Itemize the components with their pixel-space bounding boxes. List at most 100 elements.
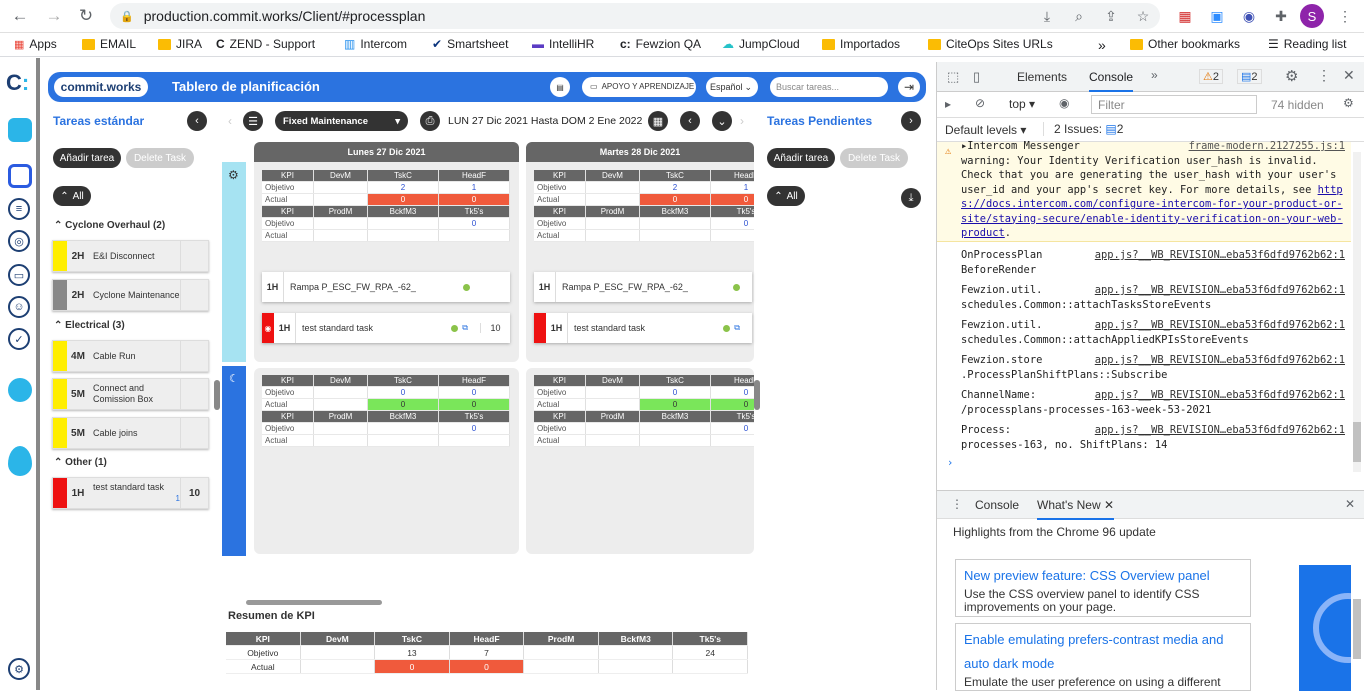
language-select[interactable]: Español ⌄ (706, 77, 758, 97)
help-button[interactable]: ▭ APOYO Y APRENDIZAJE (582, 77, 696, 97)
bookmark-importados[interactable]: Importados (822, 37, 900, 51)
collapse-right-icon[interactable]: › (901, 111, 921, 131)
map-pin-icon[interactable] (8, 446, 32, 476)
panel-resize-handle[interactable] (214, 380, 220, 410)
task-card[interactable]: 2H Cyclone Maintenance (52, 279, 209, 311)
task-search-input[interactable]: Buscar tareas... (770, 77, 888, 97)
warnings-badge[interactable]: ⚠2 (1199, 69, 1223, 84)
zoom-icon[interactable]: ⌕ (1068, 5, 1090, 27)
tab-console[interactable]: Console (1089, 70, 1134, 92)
drawer-scrollbar[interactable] (1353, 599, 1361, 659)
group-cyclone-overhaul[interactable]: ⌃ Cyclone Overhaul (2) (54, 220, 165, 231)
drawer-menu-icon[interactable]: ⋮ (951, 497, 963, 511)
list-icon[interactable]: ☰ (243, 111, 263, 131)
back-icon[interactable]: ← (8, 4, 32, 28)
bookmark-intellihr[interactable]: ▬ IntelliHR (532, 37, 594, 51)
device-icon[interactable]: ▯ (973, 69, 980, 85)
check-icon[interactable]: ✓ (8, 328, 30, 350)
bookmark-fewzion[interactable]: c: Fewzion QA (620, 37, 701, 51)
feature-card[interactable]: Enable emulating prefers-contrast media … (955, 623, 1251, 691)
close-drawer-icon[interactable]: ✕ (1345, 497, 1355, 511)
book-icon[interactable]: ▤ (550, 77, 570, 97)
console-prompt-icon[interactable]: › (947, 456, 953, 471)
bookmark-smartsheet[interactable]: ✔ Smartsheet (432, 37, 508, 51)
bookmark-jumpcloud[interactable]: ☁ JumpCloud (722, 37, 800, 51)
forward-icon[interactable]: → (42, 4, 66, 28)
database-icon[interactable]: ◎ (8, 230, 30, 252)
drawer-tab-console[interactable]: Console (975, 498, 1019, 512)
console-scrollbar[interactable] (1353, 152, 1361, 472)
horizontal-scrollbar[interactable] (246, 600, 382, 605)
planned-task-card[interactable]: ◉ 1H test standard task ⧉ 10 (262, 313, 510, 343)
levels-select[interactable]: Default levels ▾ (945, 123, 1026, 137)
bookmark-email[interactable]: EMAIL (82, 37, 136, 51)
menu-icon[interactable]: ⋮ (1334, 5, 1356, 27)
print-icon[interactable]: ⎙ (420, 111, 440, 131)
prev-week-icon[interactable]: ‹ (680, 111, 700, 131)
settings-icon[interactable]: ⚙ (8, 658, 30, 680)
star-icon[interactable]: ☆ (1132, 5, 1154, 27)
kebab-icon[interactable]: ⋮ (1317, 67, 1331, 84)
console-filter-input[interactable]: Filter (1091, 95, 1257, 114)
close-icon[interactable]: ✕ (1343, 67, 1355, 84)
reading-list[interactable]: ☰ Reading list (1268, 37, 1346, 51)
team-icon[interactable] (8, 118, 32, 142)
bookmark-other[interactable]: Other bookmarks (1130, 37, 1240, 51)
issues-button[interactable]: 2 Issues: ▤2 (1043, 122, 1123, 136)
tab-elements[interactable]: Elements (1017, 70, 1067, 84)
task-card[interactable]: 4M Cable Run (52, 340, 209, 372)
planned-task-card[interactable]: 1H Rampa P_ESC_FW_RPA_-62_ (534, 272, 752, 302)
install-icon[interactable]: ⤓ (1036, 5, 1058, 27)
extension-globe-icon[interactable]: ◉ (1238, 5, 1260, 27)
bookmarks-more[interactable]: » (1098, 37, 1106, 53)
add-pending-task-button[interactable]: Añadir tarea (767, 148, 835, 168)
scroll-right-icon[interactable]: › (740, 114, 744, 128)
location-icon[interactable] (8, 378, 32, 402)
zoom-ext-icon[interactable]: ▣ (1206, 5, 1228, 27)
add-task-button[interactable]: Añadir tarea (53, 148, 121, 168)
share-icon[interactable]: ⇪ (1100, 5, 1122, 27)
expand-icon[interactable]: ⌄ (712, 111, 732, 131)
task-card[interactable]: 2H E&I Disconnect (52, 240, 209, 272)
bookmark-jira[interactable]: JIRA (158, 37, 202, 51)
truck-icon[interactable]: ▭ (8, 264, 30, 286)
bookmark-apps[interactable]: ▦ Apps (14, 37, 57, 51)
profile-avatar[interactable]: S (1300, 4, 1324, 28)
bookmark-intercom[interactable]: ▥ Intercom (344, 37, 407, 51)
extension-red-icon[interactable]: ▦ (1174, 5, 1196, 27)
document-icon[interactable]: ≡ (8, 198, 30, 220)
address-bar[interactable]: 🔒 production.commit.works/Client/#proces… (110, 3, 1160, 29)
bookmark-zend[interactable]: C ZEND - Support (216, 37, 315, 51)
task-card[interactable]: 5M Cable joins (52, 417, 209, 449)
bookmark-citeops[interactable]: CiteOps Sites URLs (928, 37, 1053, 51)
drawer-tab-whats-new[interactable]: What's New ✕ (1037, 498, 1115, 520)
inspect-icon[interactable]: ⬚ (947, 69, 959, 85)
planned-task-card[interactable]: 1H test standard task ⧉ (534, 313, 752, 343)
logout-icon[interactable]: ⇥ (898, 77, 920, 97)
messages-badge[interactable]: ▤2 (1237, 69, 1262, 84)
gear-icon[interactable]: ⚙ (228, 168, 239, 182)
planned-task-card[interactable]: 1H Rampa P_ESC_FW_RPA_-62_ (262, 272, 510, 302)
feature-card[interactable]: New preview feature: CSS Overview panel … (955, 559, 1251, 617)
user-icon[interactable]: ☺ (8, 296, 30, 318)
plan-select[interactable]: Fixed Maintenance ▾ (275, 111, 408, 131)
close-tab-icon[interactable]: ✕ (1104, 498, 1114, 512)
gear-icon[interactable]: ⚙ (1285, 67, 1298, 85)
column-resize-handle[interactable] (754, 380, 760, 410)
context-select[interactable]: top ▾ (1009, 97, 1035, 111)
pending-filter-all-button[interactable]: ⌃ All (767, 186, 805, 206)
filter-all-button[interactable]: ⌃ All (53, 186, 91, 206)
delete-task-button[interactable]: Delete Task (126, 148, 194, 168)
console-settings-icon[interactable]: ⚙ (1343, 96, 1354, 110)
task-card[interactable]: 1H test standard task 1 10 (52, 477, 209, 509)
calendar-icon[interactable]: ▦ (648, 111, 668, 131)
collapse-left-icon[interactable]: ‹ (187, 111, 207, 131)
board-icon[interactable] (8, 164, 32, 188)
delete-pending-task-button[interactable]: Delete Task (840, 148, 908, 168)
group-electrical[interactable]: ⌃ Electrical (3) (54, 320, 125, 331)
scroll-left-icon[interactable]: ‹ (228, 114, 232, 128)
task-card[interactable]: 5M Connect and Comission Box (52, 378, 209, 410)
download-icon[interactable]: ⤓ (901, 188, 921, 208)
more-tabs-icon[interactable]: » (1151, 68, 1158, 82)
reload-icon[interactable]: ↻ (74, 4, 98, 28)
